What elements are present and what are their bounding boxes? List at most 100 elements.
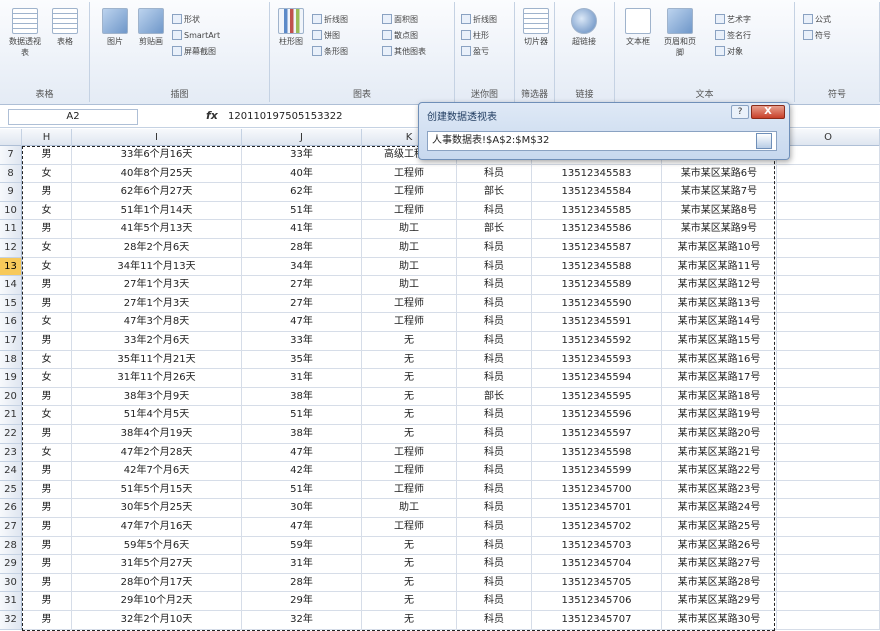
cell-K21[interactable]: 无 — [362, 406, 457, 425]
cell-H29[interactable]: 男 — [22, 555, 72, 574]
cell-J7[interactable]: 33年 — [242, 146, 362, 165]
collapse-dialog-button[interactable] — [756, 133, 772, 149]
cell-K18[interactable]: 无 — [362, 350, 457, 370]
row-header-11[interactable]: 11 — [0, 220, 22, 239]
cell-K16[interactable]: 工程师 — [362, 313, 457, 332]
ribbon-button[interactable]: 文本框 — [621, 8, 655, 47]
cell-M17[interactable]: 13512345592 — [532, 332, 662, 351]
cell-M32[interactable]: 13512345707 — [532, 611, 662, 630]
cell-O13[interactable] — [777, 257, 880, 277]
cell-M20[interactable]: 13512345595 — [532, 387, 662, 407]
cell-K24[interactable]: 工程师 — [362, 462, 457, 481]
row-header-23[interactable]: 23 — [0, 443, 22, 463]
cell-I20[interactable]: 38年3个月9天 — [72, 387, 242, 407]
row-header-8[interactable]: 8 — [0, 164, 22, 184]
cell-O21[interactable] — [777, 406, 880, 425]
ribbon-small-button[interactable]: 散点图 — [382, 28, 418, 42]
cell-L17[interactable]: 科员 — [457, 332, 532, 351]
cell-L24[interactable]: 科员 — [457, 462, 532, 481]
cell-N15[interactable]: 某市某区某路13号 — [662, 294, 777, 314]
cell-O23[interactable] — [777, 443, 880, 463]
cell-O12[interactable] — [777, 239, 880, 258]
cell-H23[interactable]: 女 — [22, 443, 72, 463]
row-header-7[interactable]: 7 — [0, 146, 22, 165]
cell-N21[interactable]: 某市某区某路19号 — [662, 406, 777, 425]
cell-J32[interactable]: 32年 — [242, 611, 362, 630]
cell-M18[interactable]: 13512345593 — [532, 350, 662, 370]
cell-I8[interactable]: 40年8个月25天 — [72, 164, 242, 184]
cell-J19[interactable]: 31年 — [242, 369, 362, 388]
cell-K19[interactable]: 无 — [362, 369, 457, 388]
cell-I16[interactable]: 47年3个月8天 — [72, 313, 242, 332]
cell-M31[interactable]: 13512345706 — [532, 592, 662, 611]
ribbon-button[interactable]: 页眉和页脚 — [663, 8, 697, 58]
ribbon-small-button[interactable]: 艺术字 — [715, 12, 751, 26]
cell-H19[interactable]: 女 — [22, 369, 72, 388]
cell-H7[interactable]: 男 — [22, 146, 72, 165]
cell-M13[interactable]: 13512345588 — [532, 257, 662, 277]
row-header-30[interactable]: 30 — [0, 573, 22, 593]
ribbon-small-button[interactable]: SmartArt — [172, 28, 220, 42]
row-header-15[interactable]: 15 — [0, 294, 22, 314]
cell-K32[interactable]: 无 — [362, 611, 457, 630]
cell-O19[interactable] — [777, 369, 880, 388]
cell-N16[interactable]: 某市某区某路14号 — [662, 313, 777, 332]
cell-K28[interactable]: 无 — [362, 536, 457, 556]
cell-N27[interactable]: 某市某区某路25号 — [662, 518, 777, 537]
cell-N10[interactable]: 某市某区某路8号 — [662, 201, 777, 221]
cell-J11[interactable]: 41年 — [242, 220, 362, 239]
cell-H25[interactable]: 男 — [22, 480, 72, 500]
cell-N30[interactable]: 某市某区某路28号 — [662, 573, 777, 593]
row-header-16[interactable]: 16 — [0, 313, 22, 332]
cell-N26[interactable]: 某市某区某路24号 — [662, 499, 777, 518]
ribbon-button[interactable]: 数据透视表 — [8, 8, 42, 58]
cell-H28[interactable]: 男 — [22, 536, 72, 556]
cell-I14[interactable]: 27年1个月3天 — [72, 276, 242, 295]
cell-L30[interactable]: 科员 — [457, 573, 532, 593]
row-header-17[interactable]: 17 — [0, 332, 22, 351]
cell-M14[interactable]: 13512345589 — [532, 276, 662, 295]
cell-H15[interactable]: 男 — [22, 294, 72, 314]
cell-K31[interactable]: 无 — [362, 592, 457, 611]
cell-L16[interactable]: 科员 — [457, 313, 532, 332]
cell-O24[interactable] — [777, 462, 880, 481]
cell-L20[interactable]: 部长 — [457, 387, 532, 407]
cell-N22[interactable]: 某市某区某路20号 — [662, 425, 777, 444]
cell-O8[interactable] — [777, 164, 880, 184]
cell-H9[interactable]: 男 — [22, 183, 72, 202]
cell-J14[interactable]: 27年 — [242, 276, 362, 295]
cell-M27[interactable]: 13512345702 — [532, 518, 662, 537]
row-header-12[interactable]: 12 — [0, 239, 22, 258]
cell-I22[interactable]: 38年4个月19天 — [72, 425, 242, 444]
cell-J10[interactable]: 51年 — [242, 201, 362, 221]
cell-J13[interactable]: 34年 — [242, 257, 362, 277]
cell-I29[interactable]: 31年5个月27天 — [72, 555, 242, 574]
cell-N19[interactable]: 某市某区某路17号 — [662, 369, 777, 388]
cell-K29[interactable]: 无 — [362, 555, 457, 574]
row-header-18[interactable]: 18 — [0, 350, 22, 370]
cell-K17[interactable]: 无 — [362, 332, 457, 351]
cell-H30[interactable]: 男 — [22, 573, 72, 593]
cell-I12[interactable]: 28年2个月6天 — [72, 239, 242, 258]
cell-M11[interactable]: 13512345586 — [532, 220, 662, 239]
cell-O26[interactable] — [777, 499, 880, 518]
cell-N31[interactable]: 某市某区某路29号 — [662, 592, 777, 611]
cell-M9[interactable]: 13512345584 — [532, 183, 662, 202]
cell-K9[interactable]: 工程师 — [362, 183, 457, 202]
cell-H27[interactable]: 男 — [22, 518, 72, 537]
row-header-28[interactable]: 28 — [0, 536, 22, 556]
cell-I13[interactable]: 34年11个月13天 — [72, 257, 242, 277]
cell-O16[interactable] — [777, 313, 880, 332]
cell-N14[interactable]: 某市某区某路12号 — [662, 276, 777, 295]
cell-L13[interactable]: 科员 — [457, 257, 532, 277]
cell-H31[interactable]: 男 — [22, 592, 72, 611]
ribbon-button[interactable]: 图片 — [98, 8, 132, 47]
cell-H17[interactable]: 男 — [22, 332, 72, 351]
cell-O17[interactable] — [777, 332, 880, 351]
row-header-13[interactable]: 13 — [0, 257, 22, 277]
cell-H24[interactable]: 男 — [22, 462, 72, 481]
cell-K20[interactable]: 无 — [362, 387, 457, 407]
row-header-14[interactable]: 14 — [0, 276, 22, 295]
cell-I7[interactable]: 33年6个月16天 — [72, 146, 242, 165]
close-button[interactable]: X — [751, 105, 785, 119]
